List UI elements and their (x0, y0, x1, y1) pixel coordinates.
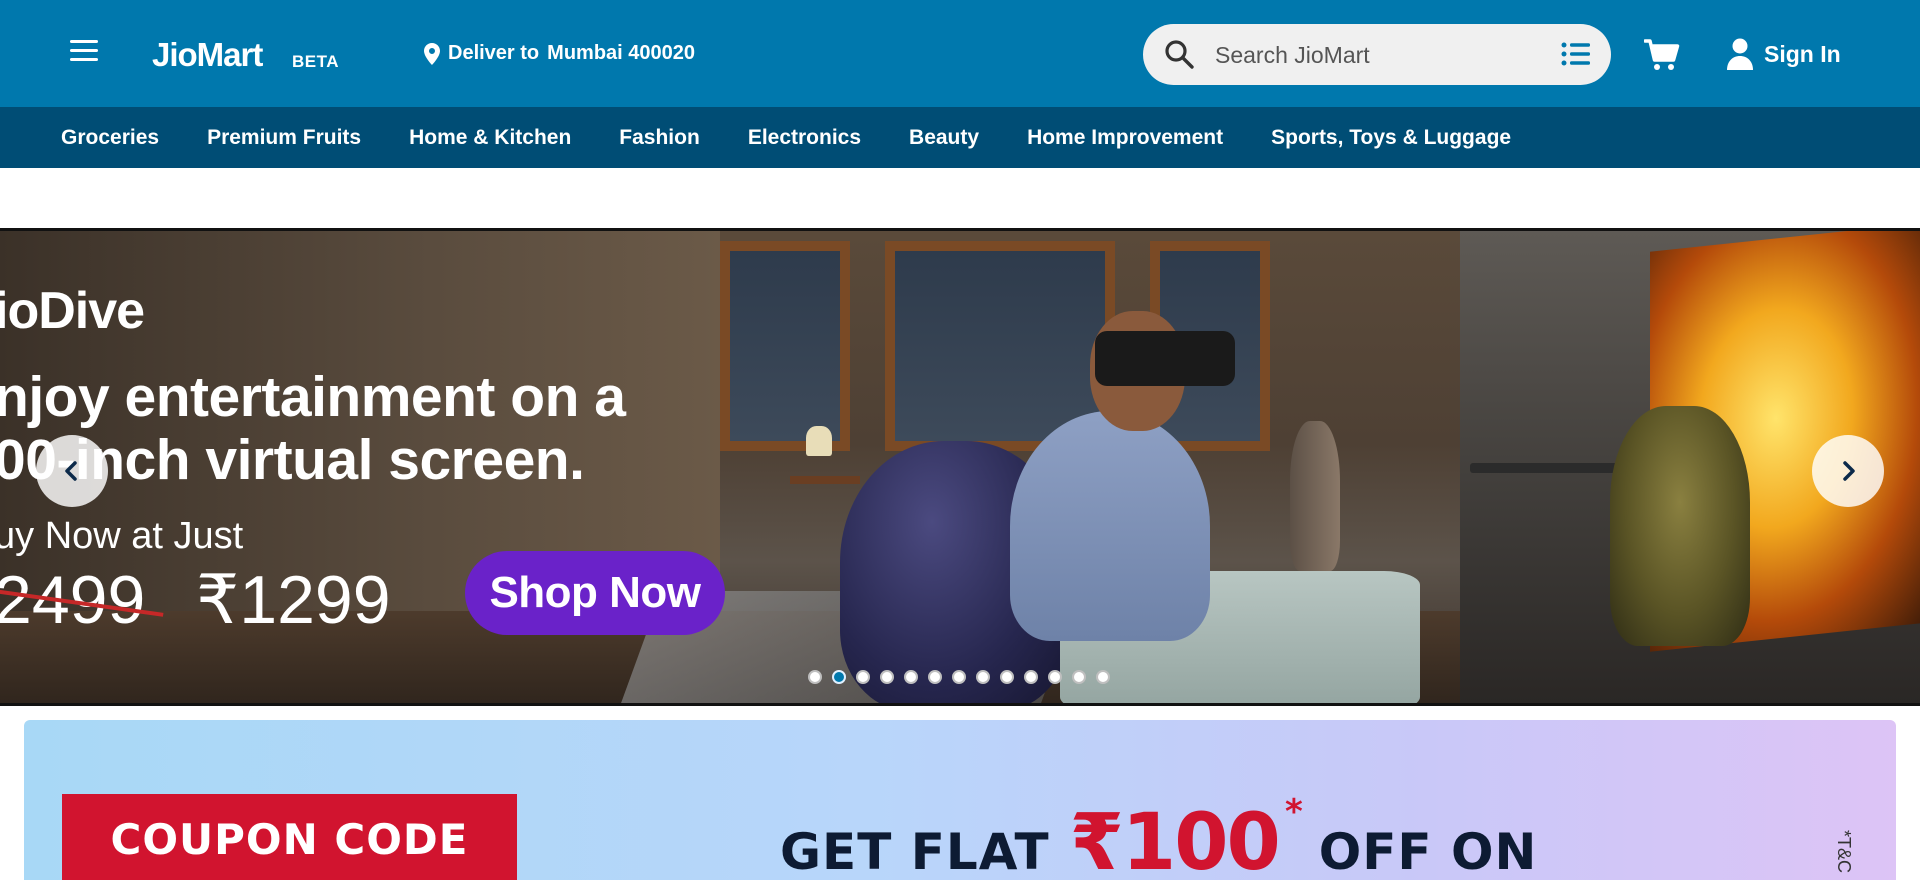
terms-note: *T&C (1834, 830, 1854, 874)
nav-item-home-kitchen[interactable]: Home & Kitchen (409, 126, 571, 150)
hamburger-menu-icon[interactable] (70, 40, 100, 68)
location-pin-icon (424, 42, 440, 65)
banner-vase (1290, 421, 1340, 571)
list-icon[interactable] (1561, 41, 1591, 67)
coupon-banner[interactable]: COUPON CODE GET FLAT ₹100 * OFF ON *T&C (24, 720, 1896, 880)
carousel-dot[interactable] (952, 670, 966, 684)
offer-amount: ₹100 (1069, 798, 1281, 880)
flat-offer-text: GET FLAT ₹100 * OFF ON (780, 792, 1538, 880)
carousel-prev-button[interactable] (36, 435, 108, 507)
banner-window (720, 241, 850, 451)
banner-brand: ioDive (0, 282, 145, 340)
deliver-label: Deliver to (448, 42, 540, 64)
offer-suffix: OFF ON (1318, 823, 1538, 880)
logo-beta-badge: BETA (292, 52, 340, 71)
carousel-dot[interactable] (976, 670, 990, 684)
carousel-dot[interactable] (832, 670, 846, 684)
category-nav: Groceries Premium Fruits Home & Kitchen … (0, 107, 1920, 168)
chevron-left-icon (65, 461, 77, 481)
banner-buy-line: uy Now at Just (0, 515, 244, 557)
search-bar (1143, 24, 1611, 85)
nav-item-beauty[interactable]: Beauty (909, 126, 979, 150)
sign-in-button[interactable]: Sign In (1726, 36, 1841, 72)
chevron-right-icon (1843, 461, 1855, 481)
carousel-next-button[interactable] (1812, 435, 1884, 507)
carousel-dot[interactable] (856, 670, 870, 684)
carousel-dot[interactable] (1048, 670, 1062, 684)
banner-headline-line-1: njoy entertainment on a (0, 365, 626, 429)
top-header: JioMart BETA Deliver to Mumbai 400020 Si… (0, 0, 1920, 107)
coupon-code-label: COUPON CODE (62, 794, 517, 880)
carousel-dot[interactable] (1000, 670, 1014, 684)
carousel-dot[interactable] (808, 670, 822, 684)
search-icon[interactable] (1163, 38, 1195, 70)
nav-item-fashion[interactable]: Fashion (619, 126, 700, 150)
deliver-location-button[interactable]: Deliver to Mumbai 400020 (424, 42, 695, 65)
jiomart-logo[interactable]: JioMart (152, 36, 263, 74)
banner-soldier (1610, 406, 1750, 646)
offer-prefix: GET FLAT (780, 823, 1050, 880)
offer-amount-wrap: ₹100 * (1069, 792, 1303, 880)
carousel-dot[interactable] (1024, 670, 1038, 684)
nav-item-groceries[interactable]: Groceries (61, 126, 159, 150)
carousel-dot[interactable] (1096, 670, 1110, 684)
carousel-dot[interactable] (1072, 670, 1086, 684)
search-input[interactable] (1215, 37, 1535, 73)
nav-item-electronics[interactable]: Electronics (748, 126, 861, 150)
carousel-dots (808, 670, 1110, 684)
hero-carousel[interactable]: ioDive njoy entertainment on a 00-inch v… (0, 228, 1920, 706)
carousel-dot[interactable] (904, 670, 918, 684)
user-icon (1727, 38, 1753, 70)
banner-lamp (806, 426, 832, 456)
shop-now-button[interactable]: Shop Now (465, 551, 725, 635)
banner-person (1010, 411, 1210, 641)
banner-new-price: ₹1299 (196, 562, 391, 638)
cart-icon[interactable] (1644, 38, 1680, 72)
sign-in-label: Sign In (1764, 40, 1841, 67)
vr-headset-image (1095, 331, 1235, 386)
nav-item-sports-toys-luggage[interactable]: Sports, Toys & Luggage (1271, 126, 1511, 150)
nav-item-premium-fruits[interactable]: Premium Fruits (207, 126, 361, 150)
carousel-dot[interactable] (928, 670, 942, 684)
deliver-location: Mumbai 400020 (547, 42, 696, 64)
banner-old-price: 2499 (0, 561, 145, 639)
nav-item-home-improvement[interactable]: Home Improvement (1027, 126, 1223, 150)
offer-asterisk: * (1284, 792, 1303, 832)
carousel-dot[interactable] (880, 670, 894, 684)
